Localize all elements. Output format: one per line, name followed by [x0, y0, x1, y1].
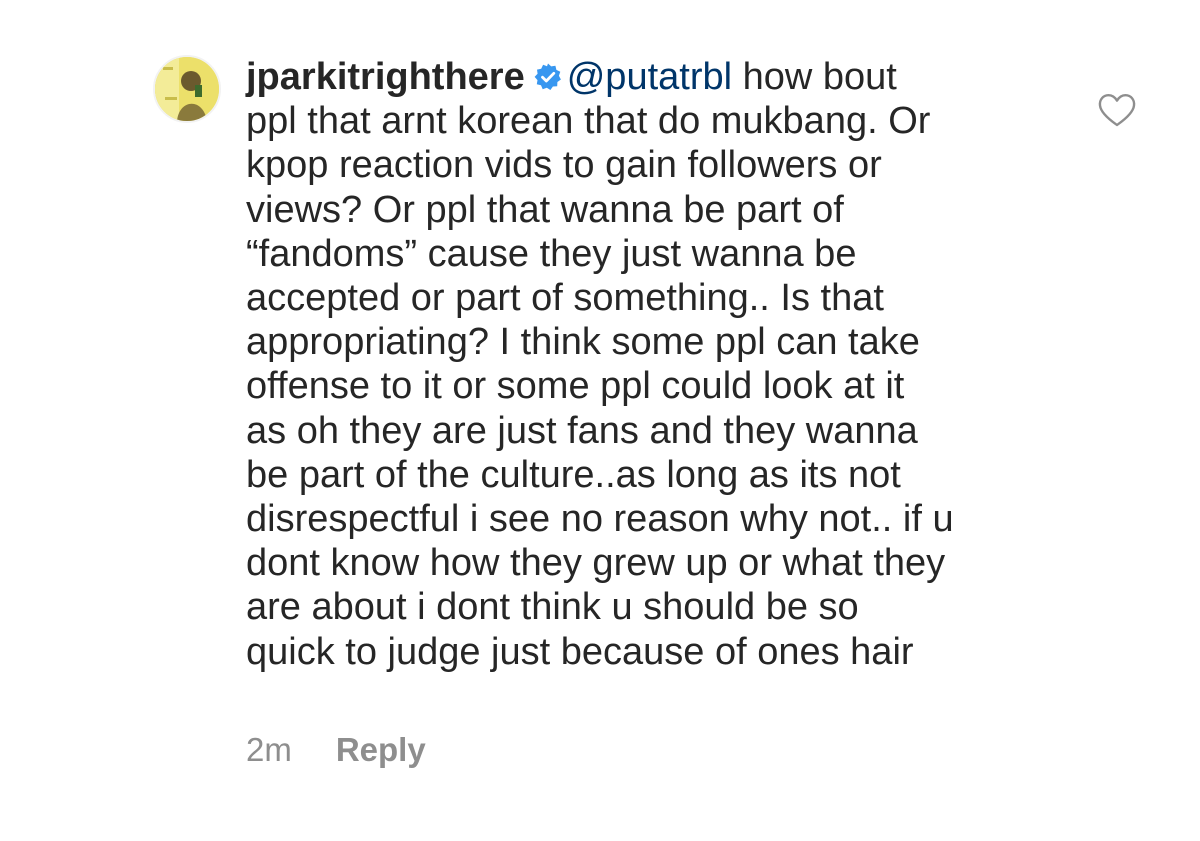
comment-footer: 2m Reply: [246, 728, 426, 772]
comment-username[interactable]: jparkitrighthere: [246, 56, 525, 98]
comment-line-5: “fandoms” cause they just wanna be: [246, 232, 857, 275]
comment-line-14: quick to judge just because of ones hair: [246, 630, 914, 673]
comment-line-12: dont know how they grew up or what they: [246, 542, 946, 585]
comment-line-9: as oh they are just fans and they wanna: [246, 409, 918, 452]
comment-line-10: be part of the culture..as long as its n…: [246, 453, 901, 496]
comment-line-3: kpop reaction vids to gain followers or: [246, 144, 882, 187]
comment-line-8: offense to it or some ppl could look at …: [246, 365, 905, 408]
comment-line-7: appropriating? I think some ppl can take: [246, 321, 920, 364]
avatar-photo: [155, 57, 219, 121]
comment-line-6: accepted or part of something.. Is that: [246, 277, 884, 320]
heart-outline-icon[interactable]: [1097, 92, 1137, 128]
comment-screen: jparkitrighthere @putatrbl how bout ppl th…: [0, 0, 1200, 841]
comment-line-2: ppl that arnt korean that do mukbang. Or: [246, 100, 931, 143]
comment-line-13: are about i dont think u should be so: [246, 586, 859, 629]
comment-mention[interactable]: @putatrbl: [567, 56, 732, 98]
reply-button[interactable]: Reply: [336, 731, 426, 768]
verified-badge-icon: [534, 63, 561, 90]
avatar[interactable]: [153, 55, 221, 123]
comment-timestamp: 2m: [246, 731, 292, 768]
comment-line-1: how bout: [732, 56, 897, 98]
comment-line-4: views? Or ppl that wanna be part of: [246, 188, 844, 231]
comment-line-11: disrespectful i see no reason why not.. …: [246, 498, 954, 541]
comment-text: jparkitrighthere @putatrbl how bout ppl th…: [246, 55, 1046, 674]
